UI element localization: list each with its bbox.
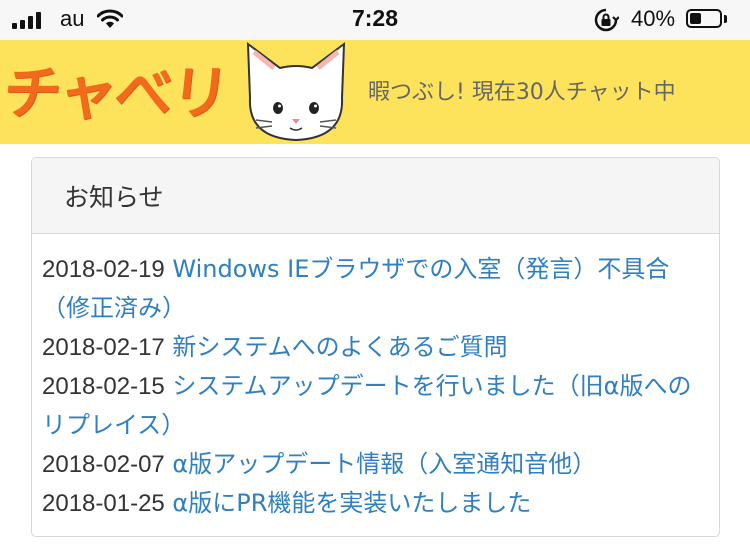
rotation-lock-icon bbox=[594, 8, 619, 32]
notice-date: 2018-02-07 bbox=[42, 451, 165, 478]
notice-date: 2018-02-19 bbox=[42, 256, 165, 283]
battery-level-fill bbox=[690, 13, 702, 24]
list-item: 2018-02-15 システムアップデートを行いました（旧α版へのリプレイス） bbox=[42, 367, 712, 445]
list-item: 2018-02-07 α版アップデート情報（入室通知音他） bbox=[42, 445, 712, 484]
list-item: 2018-02-17 新システムへのよくあるご質問 bbox=[42, 328, 712, 367]
site-tagline: 暇つぶし! 現在30人チャット中 bbox=[368, 80, 676, 105]
battery-icon bbox=[686, 9, 722, 28]
battery-tip bbox=[724, 15, 727, 23]
list-item: 2018-01-25 α版にPR機能を実装いたしました bbox=[42, 484, 712, 523]
notice-link[interactable]: α版アップデート情報（入室通知音他） bbox=[172, 450, 596, 478]
notice-list: 2018-02-19 Windows IEブラウザでの入室（発言）不具合（修正済… bbox=[42, 250, 712, 523]
notice-link[interactable]: 新システムへのよくあるご質問 bbox=[172, 333, 507, 361]
cat-mascot-icon bbox=[246, 41, 346, 142]
notice-title: お知らせ bbox=[64, 183, 164, 212]
status-bar: au 7:28 40% bbox=[0, 0, 750, 40]
site-logo[interactable]: チャべリ bbox=[0, 46, 232, 130]
notice-date: 2018-01-25 bbox=[42, 490, 165, 517]
notice-link[interactable]: α版にPR機能を実装いたしました bbox=[172, 489, 531, 517]
notice-date: 2018-02-17 bbox=[42, 334, 165, 361]
notice-panel: お知らせ 2018-02-19 Windows IEブラウザでの入室（発言）不具… bbox=[31, 157, 720, 537]
notice-date: 2018-02-15 bbox=[42, 373, 165, 400]
list-item: 2018-02-19 Windows IEブラウザでの入室（発言）不具合（修正済… bbox=[42, 250, 712, 328]
battery-percent: 40% bbox=[631, 6, 676, 31]
